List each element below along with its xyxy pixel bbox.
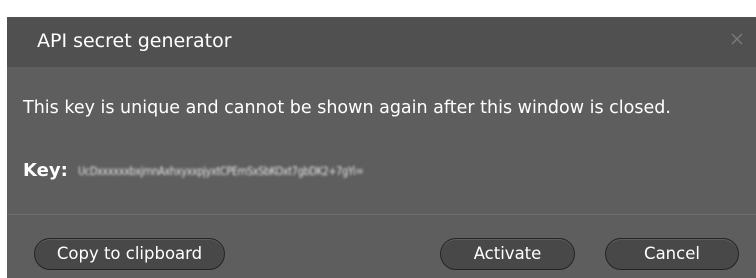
dialog-titlebar: API secret generator bbox=[7, 17, 756, 67]
copy-to-clipboard-button[interactable]: Copy to clipboard bbox=[34, 238, 225, 270]
page: API secret generator This key is unique … bbox=[0, 0, 756, 278]
dialog-message: This key is unique and cannot be shown a… bbox=[23, 98, 671, 118]
close-icon bbox=[731, 33, 743, 45]
footer-divider bbox=[7, 214, 756, 215]
activate-button[interactable]: Activate bbox=[440, 238, 575, 270]
key-label: Key: bbox=[23, 160, 68, 181]
cancel-button[interactable]: Cancel bbox=[605, 238, 739, 270]
api-secret-dialog: API secret generator This key is unique … bbox=[7, 17, 756, 278]
key-row: Key: UcDxxxxxxbxjmnAxhxyxxpjyxtCPEmSxSbK… bbox=[23, 158, 410, 184]
key-value: UcDxxxxxxbxjmnAxhxyxxpjyxtCPEmSxSbKOxt7g… bbox=[77, 164, 364, 178]
close-button[interactable] bbox=[724, 26, 750, 52]
dialog-title: API secret generator bbox=[37, 30, 232, 52]
